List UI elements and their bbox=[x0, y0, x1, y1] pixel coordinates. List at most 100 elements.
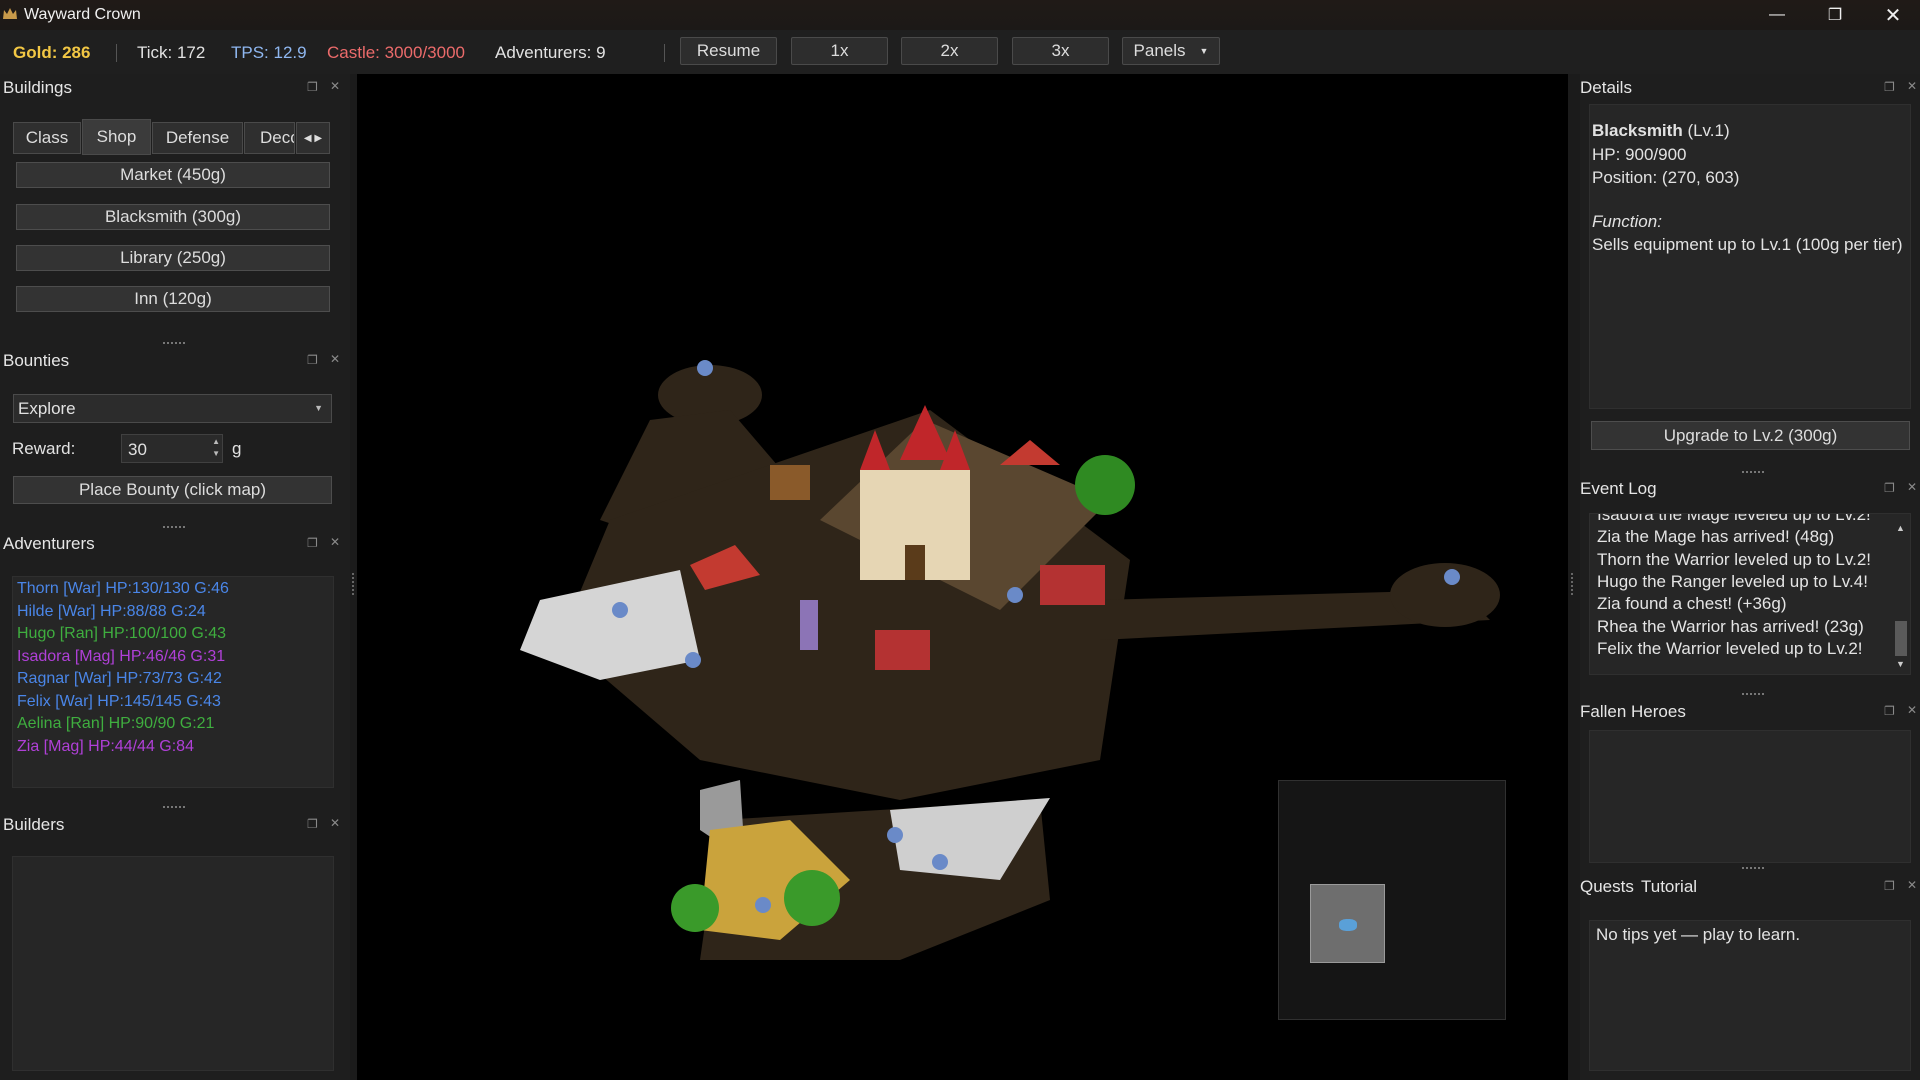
float-panel-icon[interactable]: ❐ bbox=[1884, 704, 1895, 718]
event-log-panel-title: Event Log bbox=[1580, 479, 1657, 498]
event-log-entry: Zia found a chest! (+36g) bbox=[1597, 594, 1787, 614]
title-bar bbox=[0, 0, 1920, 30]
reward-unit: g bbox=[232, 439, 242, 458]
panel-close-icon[interactable]: ✕ bbox=[1907, 79, 1917, 93]
function-text: Sells equipment up to Lv.1 (100g per tie… bbox=[1592, 235, 1903, 254]
panel-resize-grip[interactable] bbox=[163, 526, 185, 531]
minimize-icon[interactable]: — bbox=[1748, 0, 1806, 30]
panel-close-icon[interactable]: ✕ bbox=[330, 79, 340, 93]
tutorial-tip: No tips yet — play to learn. bbox=[1596, 925, 1801, 944]
adventurer-count: Adventurers: 9 bbox=[495, 43, 606, 62]
fallen-heroes-box bbox=[1589, 730, 1911, 863]
mage-tower bbox=[800, 600, 818, 650]
panels-menu-button[interactable]: Panels ▼ bbox=[1122, 37, 1220, 65]
panel-close-icon[interactable]: ✕ bbox=[330, 816, 340, 830]
arrow-up-icon[interactable]: ▲ bbox=[1896, 523, 1905, 533]
tab-shop[interactable]: Shop bbox=[82, 119, 151, 155]
tick-counter: Tick: 172 bbox=[137, 43, 206, 62]
castle-health: Castle: 3000/3000 bbox=[327, 43, 465, 62]
details-panel-title: Details bbox=[1580, 78, 1632, 97]
adventurer-row[interactable]: Hilde [War] HP:88/88 G:24 bbox=[17, 601, 206, 624]
adventurer-row[interactable]: Hugo [Ran] HP:100/100 G:43 bbox=[17, 623, 226, 646]
buildings-panel-title: Buildings bbox=[3, 78, 72, 97]
bounty-type-value: Explore bbox=[18, 399, 76, 418]
adventurer-row[interactable]: Isadora [Mag] HP:46/46 G:31 bbox=[17, 646, 225, 669]
event-log-box: Isadora the Mage leveled up to Lv.2! Zia … bbox=[1589, 513, 1911, 675]
house bbox=[875, 630, 930, 670]
chevron-down-icon: ▼ bbox=[314, 403, 323, 413]
tab-decor[interactable]: Decc bbox=[244, 122, 295, 154]
float-panel-icon[interactable]: ❐ bbox=[1884, 481, 1895, 495]
bounty-type-select[interactable]: Explore ▼ bbox=[13, 394, 332, 423]
adventurer-row[interactable]: Felix [War] HP:145/145 G:43 bbox=[17, 691, 221, 714]
panel-close-icon[interactable]: ✕ bbox=[1907, 480, 1917, 494]
event-log-scrollbar[interactable]: ▲ ▼ bbox=[1893, 521, 1909, 671]
reward-input[interactable]: 30 ▲ ▼ bbox=[121, 434, 223, 463]
game-map-canvas[interactable] bbox=[357, 74, 1568, 1080]
tree bbox=[1075, 455, 1135, 515]
panel-resize-grip[interactable] bbox=[1742, 867, 1764, 872]
adventurer-row[interactable]: Aelina [Ran] HP:90/90 G:21 bbox=[17, 713, 214, 736]
build-inn-button[interactable]: Inn (120g) bbox=[16, 286, 330, 312]
toolbar-separator bbox=[664, 44, 665, 62]
tab-defense[interactable]: Defense bbox=[152, 122, 243, 154]
float-panel-icon[interactable]: ❐ bbox=[307, 353, 318, 367]
details-heading: Blacksmith (Lv.1) bbox=[1592, 121, 1730, 141]
restore-icon[interactable]: ❐ bbox=[1806, 0, 1864, 30]
speed-1x-button[interactable]: 1x bbox=[791, 37, 888, 65]
close-icon[interactable]: ✕ bbox=[1864, 0, 1920, 30]
reward-value: 30 bbox=[128, 440, 147, 459]
panel-close-icon[interactable]: ✕ bbox=[1907, 703, 1917, 717]
adventurer-row[interactable]: Thorn [War] HP:130/130 G:46 bbox=[17, 578, 229, 601]
minimap[interactable] bbox=[1278, 780, 1506, 1020]
event-log-entry: Zia the Mage has arrived! (48g) bbox=[1597, 527, 1835, 547]
scrollbar-thumb[interactable] bbox=[1895, 621, 1907, 656]
event-log-entry: Isadora the Mage leveled up to Lv.2! bbox=[1597, 513, 1871, 524]
window-title: Wayward Crown bbox=[24, 6, 141, 23]
panel-resize-grip[interactable] bbox=[1742, 693, 1764, 698]
arrow-left-icon[interactable]: ◀ bbox=[304, 133, 312, 144]
panel-resize-grip[interactable] bbox=[163, 806, 185, 811]
crown-icon bbox=[3, 8, 17, 19]
arrow-right-icon[interactable]: ▶ bbox=[314, 133, 322, 144]
tab-tutorial[interactable]: Tutorial bbox=[1641, 877, 1697, 897]
tab-quests[interactable]: Quests bbox=[1580, 877, 1634, 897]
panel-resize-grip[interactable] bbox=[1742, 471, 1764, 476]
float-panel-icon[interactable]: ❐ bbox=[1884, 879, 1895, 893]
event-log-entry: Rhea the Warrior has arrived! (23g) bbox=[1597, 616, 1864, 636]
build-market-button[interactable]: Market (450g) bbox=[16, 162, 330, 188]
adventurer-row[interactable]: Zia [Mag] HP:44/44 G:84 bbox=[17, 736, 194, 759]
tree bbox=[671, 884, 719, 932]
float-panel-icon[interactable]: ❐ bbox=[307, 536, 318, 550]
tab-scroll: ◀ ▶ bbox=[296, 122, 330, 154]
panel-resize-grip[interactable] bbox=[163, 342, 185, 347]
tent bbox=[1000, 440, 1060, 465]
panels-label: Panels bbox=[1133, 41, 1186, 60]
adventurer-row[interactable]: Ragnar [War] HP:73/73 G:42 bbox=[17, 668, 222, 691]
builders-panel-title: Builders bbox=[3, 815, 65, 834]
speed-2x-button[interactable]: 2x bbox=[901, 37, 998, 65]
arrow-down-icon[interactable]: ▼ bbox=[1896, 659, 1905, 669]
speed-3x-button[interactable]: 3x bbox=[1012, 37, 1109, 65]
function-label: Function: bbox=[1592, 212, 1662, 231]
minimap-terrain bbox=[1339, 919, 1357, 931]
event-log-entry: Hugo the Ranger leveled up to Lv.4! bbox=[1597, 571, 1868, 591]
reward-stepper[interactable]: ▲ ▼ bbox=[212, 436, 220, 460]
panel-close-icon[interactable]: ✕ bbox=[1907, 878, 1917, 892]
float-panel-icon[interactable]: ❐ bbox=[307, 80, 318, 94]
float-panel-icon[interactable]: ❐ bbox=[307, 817, 318, 831]
building-hp: HP: 900/900 bbox=[1592, 145, 1687, 164]
place-bounty-button[interactable]: Place Bounty (click map) bbox=[13, 476, 332, 504]
chevron-down-icon: ▼ bbox=[1199, 46, 1209, 56]
build-blacksmith-button[interactable]: Blacksmith (300g) bbox=[16, 204, 330, 230]
panel-close-icon[interactable]: ✕ bbox=[330, 535, 340, 549]
resume-button[interactable]: Resume bbox=[680, 37, 777, 65]
minimap-viewport[interactable] bbox=[1310, 884, 1385, 963]
adventurers-panel-title: Adventurers bbox=[3, 534, 95, 553]
float-panel-icon[interactable]: ❐ bbox=[1884, 80, 1895, 94]
build-library-button[interactable]: Library (250g) bbox=[16, 245, 330, 271]
tab-class[interactable]: Class bbox=[13, 122, 81, 154]
panel-close-icon[interactable]: ✕ bbox=[330, 352, 340, 366]
reward-label: Reward: bbox=[12, 439, 76, 458]
upgrade-button[interactable]: Upgrade to Lv.2 (300g) bbox=[1591, 421, 1910, 450]
